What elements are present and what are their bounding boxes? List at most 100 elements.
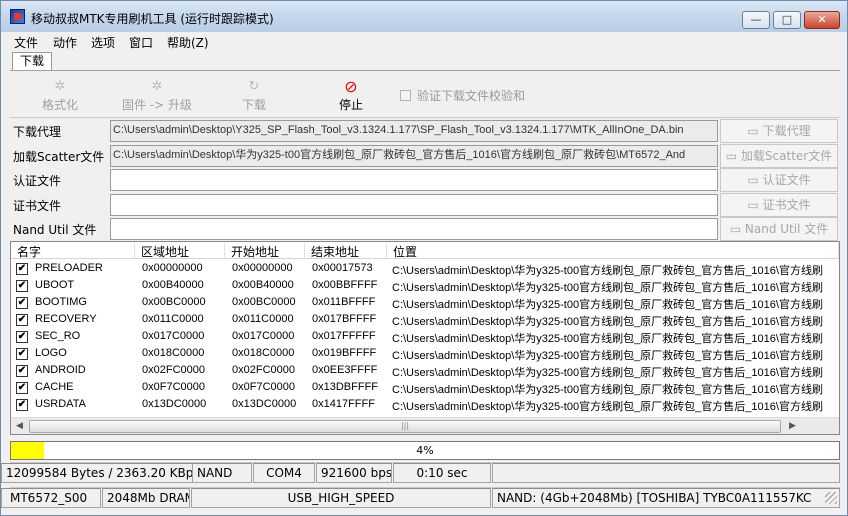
menu-help[interactable]: 帮助(Z)	[167, 34, 209, 51]
cell-location: C:\Users\admin\Desktop\华为y325-t00官方线刷包_原…	[392, 316, 823, 328]
cell-name: LOGO	[35, 347, 67, 359]
cell-location: C:\Users\admin\Desktop\华为y325-t00官方线刷包_原…	[392, 282, 823, 294]
tab-download[interactable]: 下载	[12, 52, 52, 71]
cell-start: 0x00BC0000	[232, 296, 296, 308]
status-bar-2: MT6572_S00 2048Mb DRAM USB_HIGH_SPEED NA…	[1, 487, 840, 508]
cell-start: 0x0F7C0000	[232, 381, 295, 393]
download-agent-field[interactable]: C:\Users\admin\Desktop\Y325_SP_Flash_Too…	[110, 120, 718, 142]
status-port: COM4	[253, 463, 315, 483]
cert-label: 证书文件	[13, 199, 62, 213]
scroll-thumb[interactable]: |||	[29, 420, 781, 433]
status-empty	[492, 463, 840, 483]
row-checkbox[interactable]: ✔	[16, 365, 28, 377]
menu-action[interactable]: 动作	[53, 34, 77, 51]
app-icon	[10, 9, 25, 24]
folder-icon: ▭	[747, 124, 763, 138]
download-agent-label: 下载代理	[13, 125, 62, 139]
title-bar[interactable]: 移动叔叔MTK专用刷机工具 (运行时跟踪模式) — □ ✕	[1, 1, 847, 32]
auth-field[interactable]	[110, 169, 718, 191]
status-storage-type: NAND	[192, 463, 252, 483]
cell-name: BOOTIMG	[35, 296, 87, 308]
cell-start: 0x017C0000	[232, 330, 295, 342]
cell-region: 0x02FC0000	[142, 364, 205, 376]
cell-name: PRELOADER	[35, 262, 103, 274]
horizontal-scrollbar[interactable]: ◀ ||| ▶	[11, 417, 839, 434]
table-row[interactable]: ✔ BOOTIMG 0x00BC0000 0x00BC0000 0x011BFFFF C:…	[11, 294, 839, 311]
auth-button-label: 认证文件	[762, 173, 811, 187]
menu-window[interactable]: 窗口	[129, 34, 153, 51]
table-row[interactable]: ✔ ANDROID 0x02FC0000 0x02FC0000 0x0EE3FFFF C:…	[11, 362, 839, 379]
table-row[interactable]: ✔ UBOOT 0x00B40000 0x00B40000 0x00BBFFFF C:\U…	[11, 277, 839, 294]
cell-end: 0x019BFFFF	[312, 347, 377, 359]
format-label: 格式化	[41, 98, 78, 112]
scatter-label: 加载Scatter文件	[13, 150, 105, 164]
status-baud: 921600 bps	[316, 463, 392, 483]
cell-name: USRDATA	[35, 398, 86, 410]
stop-button[interactable]: ⊘ 停止	[306, 78, 396, 114]
folder-icon: ▭	[725, 149, 741, 163]
row-checkbox[interactable]: ✔	[16, 314, 28, 326]
scatter-button-label: 加载Scatter文件	[740, 149, 833, 163]
table-row[interactable]: ✔ LOGO 0x018C0000 0x018C0000 0x019BFFFF C:\Us…	[11, 345, 839, 362]
row-checkbox[interactable]: ✔	[16, 348, 28, 360]
cell-location: C:\Users\admin\Desktop\华为y325-t00官方线刷包_原…	[392, 401, 823, 413]
scroll-right-icon[interactable]: ▶	[784, 418, 801, 434]
minimize-button[interactable]: —	[742, 11, 770, 29]
cell-start: 0x00000000	[232, 262, 293, 274]
cert-field[interactable]	[110, 194, 718, 216]
folder-icon: ▭	[747, 173, 763, 187]
nand-util-button[interactable]: ▭ Nand Util 文件	[720, 217, 838, 241]
col-region[interactable]: 区域地址	[135, 243, 225, 259]
format-button[interactable]: ✲ 格式化	[15, 78, 105, 114]
row-checkbox[interactable]: ✔	[16, 382, 28, 394]
verify-checksum-checkbox[interactable]: 验证下载文件校验和	[400, 87, 525, 104]
menu-options[interactable]: 选项	[91, 34, 115, 51]
scroll-left-icon[interactable]: ◀	[11, 418, 28, 434]
gear-icon: ✲	[54, 79, 66, 94]
resize-grip-icon[interactable]	[825, 492, 837, 504]
cell-region: 0x017C0000	[142, 330, 205, 342]
maximize-button[interactable]: □	[773, 11, 801, 29]
firmware-upgrade-button[interactable]: ✲ 固件 -> 升级	[112, 78, 202, 114]
cert-button[interactable]: ▭ 证书文件	[720, 193, 838, 217]
menu-bar: 文件 动作 选项 窗口 帮助(Z)	[1, 32, 847, 51]
scatter-button[interactable]: ▭ 加载Scatter文件	[720, 144, 838, 168]
checkbox-box[interactable]	[400, 90, 411, 101]
table-row[interactable]: ✔ CACHE 0x0F7C0000 0x0F7C0000 0x13DBFFFF C:\U…	[11, 379, 839, 396]
scatter-field[interactable]: C:\Users\admin\Desktop\华为y325-t00官方线刷包_原…	[110, 145, 718, 167]
table-row[interactable]: ✔ USRDATA 0x13DC0000 0x13DC0000 0x1417FFFF C:…	[11, 396, 839, 413]
cell-region: 0x13DC0000	[142, 398, 207, 410]
scatter-row: 加载Scatter文件 C:\Users\admin\Desktop\华为y32…	[10, 144, 840, 168]
table-row[interactable]: ✔ PRELOADER 0x00000000 0x00000000 0x00017573…	[11, 260, 839, 277]
cell-start: 0x02FC0000	[232, 364, 295, 376]
table-header: 名字 区域地址 开始地址 结束地址 位置	[11, 242, 839, 259]
row-checkbox[interactable]: ✔	[16, 399, 28, 411]
col-end[interactable]: 结束地址	[305, 243, 387, 259]
auth-row: 认证文件 ▭ 认证文件	[10, 168, 840, 192]
menu-file[interactable]: 文件	[14, 34, 38, 51]
cell-name: ANDROID	[35, 364, 86, 376]
table-row[interactable]: ✔ SEC_RO 0x017C0000 0x017C0000 0x017FFFFF C:\…	[11, 328, 839, 345]
cell-location: C:\Users\admin\Desktop\华为y325-t00官方线刷包_原…	[392, 367, 823, 379]
col-location[interactable]: 位置	[387, 243, 839, 259]
nand-util-field[interactable]	[110, 218, 718, 240]
auth-button[interactable]: ▭ 认证文件	[720, 168, 838, 192]
row-checkbox[interactable]: ✔	[16, 297, 28, 309]
download-agent-button[interactable]: ▭ 下载代理	[720, 119, 838, 143]
col-start[interactable]: 开始地址	[225, 243, 305, 259]
download-agent-button-label: 下载代理	[762, 124, 811, 138]
cert-row: 证书文件 ▭ 证书文件	[10, 193, 840, 217]
cert-button-label: 证书文件	[762, 198, 811, 212]
row-checkbox[interactable]: ✔	[16, 331, 28, 343]
folder-icon: ▭	[747, 198, 763, 212]
cell-region: 0x00000000	[142, 262, 203, 274]
row-checkbox[interactable]: ✔	[16, 263, 28, 275]
download-button[interactable]: ↻ 下载	[209, 78, 299, 114]
cell-name: UBOOT	[35, 279, 75, 291]
cell-location: C:\Users\admin\Desktop\华为y325-t00官方线刷包_原…	[392, 299, 823, 311]
row-checkbox[interactable]: ✔	[16, 280, 28, 292]
table-row[interactable]: ✔ RECOVERY 0x011C0000 0x011C0000 0x017BFFFF C…	[11, 311, 839, 328]
close-button[interactable]: ✕	[804, 11, 840, 29]
cell-end: 0x0EE3FFFF	[312, 364, 378, 376]
col-name[interactable]: 名字	[11, 243, 135, 259]
